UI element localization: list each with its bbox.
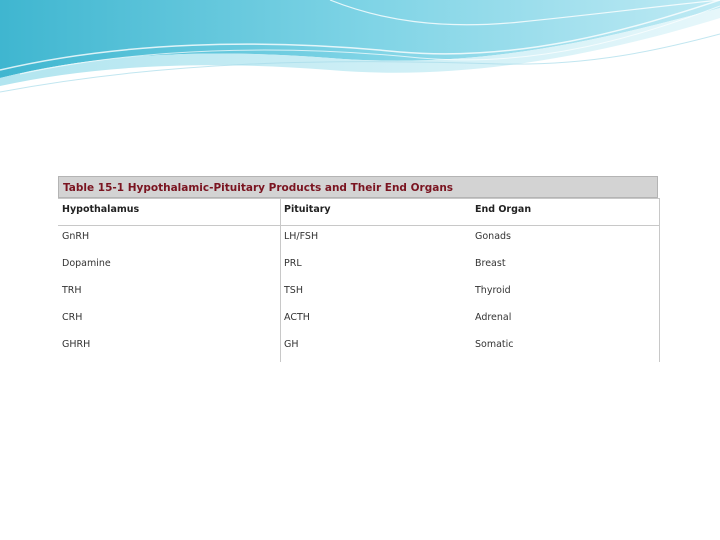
table-cell: GH: [284, 339, 299, 350]
column-header-pituitary: Pituitary: [284, 204, 331, 215]
header-wave-decoration: [0, 0, 720, 93]
table-cell: GnRH: [62, 231, 90, 242]
table-cell: GHRH: [62, 339, 91, 350]
table-cell: CRH: [62, 312, 83, 323]
table-cell: Breast: [475, 258, 506, 269]
table-cell: TRH: [62, 285, 82, 296]
slide: Table 15-1 Hypothalamic-Pituitary Produc…: [0, 0, 720, 540]
table-cell: Gonads: [475, 231, 511, 242]
table-cell: Adrenal: [475, 312, 512, 323]
column-divider: [280, 198, 281, 362]
table-divider: [58, 198, 660, 199]
table-cell: Somatic: [475, 339, 514, 350]
column-divider: [659, 198, 660, 362]
table-cell: Thyroid: [475, 285, 511, 296]
table-cell: Dopamine: [62, 258, 111, 269]
table-cell: LH/FSH: [284, 231, 319, 242]
table-cell: TSH: [284, 285, 303, 296]
table-divider: [58, 225, 660, 226]
table-cell: PRL: [284, 258, 302, 269]
column-header-end-organ: End Organ: [475, 204, 532, 215]
column-header-hypothalamus: Hypothalamus: [62, 204, 140, 215]
hormone-table: Table 15-1 Hypothalamic-Pituitary Produc…: [58, 176, 660, 362]
table-caption: Table 15-1 Hypothalamic-Pituitary Produc…: [58, 176, 658, 198]
table-cell: ACTH: [284, 312, 310, 323]
